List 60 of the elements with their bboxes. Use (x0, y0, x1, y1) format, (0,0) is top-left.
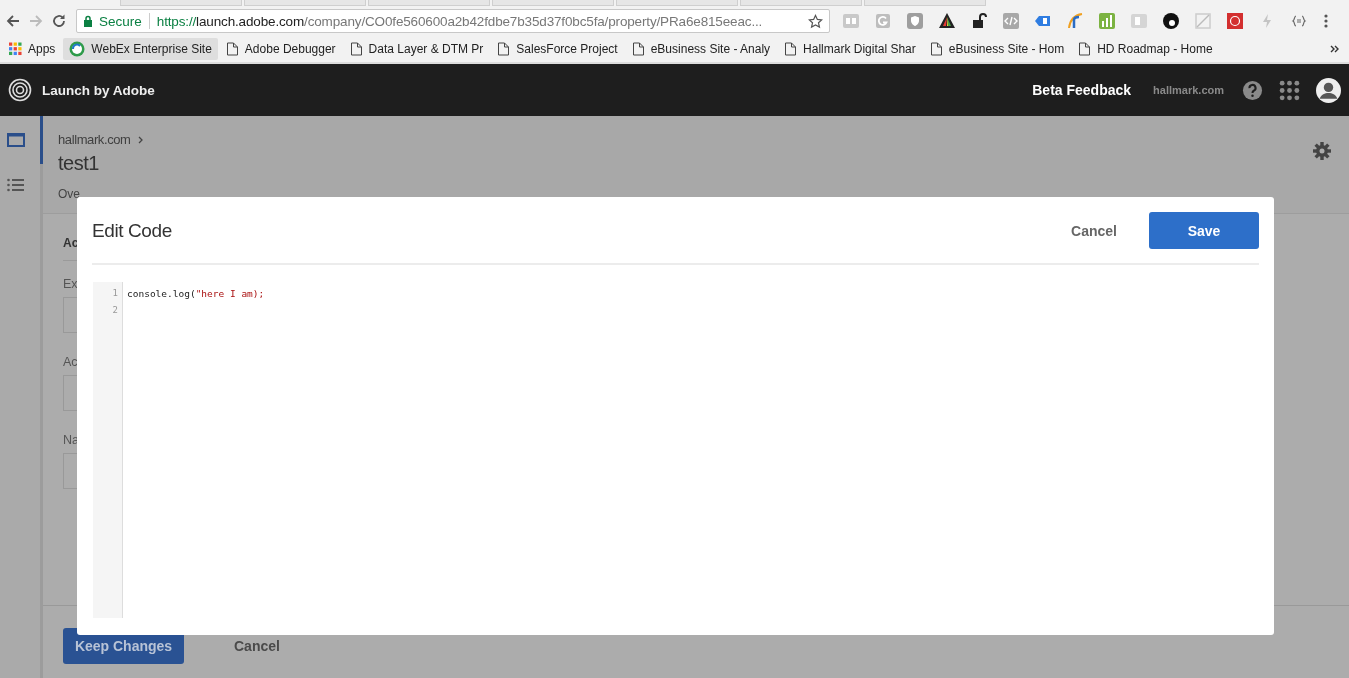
line-number: 1 (111, 288, 119, 300)
bookmark[interactable]: Apps (3, 39, 62, 59)
company-name[interactable]: hallmark.com (1153, 84, 1224, 96)
cancel-button[interactable]: Cancel (1071, 222, 1117, 239)
bookmark[interactable]: HD Roadmap - Home (1072, 39, 1219, 59)
extension-icon[interactable] (1226, 12, 1244, 30)
apps-grid-icon (9, 42, 22, 56)
chart-icon[interactable] (1098, 12, 1116, 30)
disc-icon[interactable] (1162, 12, 1180, 30)
address-bar[interactable]: Secure https://launch.adobe.com/company/CO0fe560600a2b42fdbe7b35d37f0bc5fa/property/PRa6e815eeac... (76, 9, 830, 33)
bookmark[interactable]: SalesForce Project (491, 39, 624, 59)
code-editor[interactable]: 1 2 console.log("here I am); (93, 282, 1259, 618)
shield-icon[interactable] (906, 12, 924, 30)
page-icon (784, 42, 798, 56)
apps-grid-icon[interactable] (1279, 79, 1300, 101)
field-label: Ex (63, 277, 79, 291)
bookmark[interactable]: WebEx Enterprise Site (63, 38, 218, 60)
code-icon[interactable] (1002, 12, 1020, 30)
dialog-title: Edit Code (92, 219, 172, 242)
swoosh-icon[interactable] (1066, 12, 1084, 30)
more-bookmarks-icon[interactable] (1330, 44, 1340, 54)
padlock-icon[interactable] (970, 12, 988, 30)
reload-icon[interactable] (51, 13, 67, 29)
page-icon (929, 42, 943, 56)
page-icon (225, 42, 239, 56)
tab[interactable]: Ove (58, 187, 80, 201)
chevron-icon (137, 135, 144, 144)
page-icon (1078, 42, 1092, 56)
menu-icon[interactable] (1324, 13, 1328, 29)
url-text: https://launch.adobe.com/company/CO0fe560600a2b42fdbe7b35d37f0bc5fa/property/PRa6e815eeac... (156, 13, 763, 29)
section-heading: Ac (63, 236, 80, 250)
bookmark[interactable]: Adobe Debugger (219, 39, 342, 59)
lock-icon (83, 15, 93, 27)
page-title: test1 (58, 152, 100, 175)
field-label: Ac (63, 355, 79, 369)
globe-icon (69, 41, 86, 57)
bookmark[interactable]: Data Layer & DTM Pr (343, 39, 490, 59)
save-button[interactable]: Save (1149, 212, 1259, 249)
prism-icon[interactable] (938, 12, 956, 30)
feedback-link[interactable]: Beta Feedback (1032, 82, 1132, 98)
code-line: console.log("here I am); (127, 288, 265, 299)
list-icon[interactable] (6, 178, 25, 192)
star-icon[interactable] (808, 13, 823, 29)
settings-icon[interactable] (1312, 141, 1332, 161)
security-label: Secure (99, 13, 142, 29)
breadcrumb-link[interactable]: hallmark.com (58, 132, 131, 147)
page-icon (497, 42, 511, 56)
bookmark[interactable]: Hallmark Digital Shar (778, 39, 922, 59)
line-number: 2 (111, 305, 119, 317)
bookmark[interactable]: eBusiness Site - Analy (625, 39, 777, 59)
bookmark[interactable]: eBusiness Site - Hom (923, 39, 1071, 59)
app-name: Launch by Adobe (42, 82, 155, 98)
avatar-icon[interactable] (1316, 77, 1341, 103)
page-icon (349, 42, 363, 56)
cancel-button[interactable]: Cancel (228, 637, 286, 655)
window-icon[interactable] (6, 133, 25, 147)
logo-icon (8, 78, 32, 102)
back-icon[interactable] (5, 13, 21, 29)
help-icon[interactable] (1242, 79, 1263, 101)
page-icon (631, 42, 645, 56)
